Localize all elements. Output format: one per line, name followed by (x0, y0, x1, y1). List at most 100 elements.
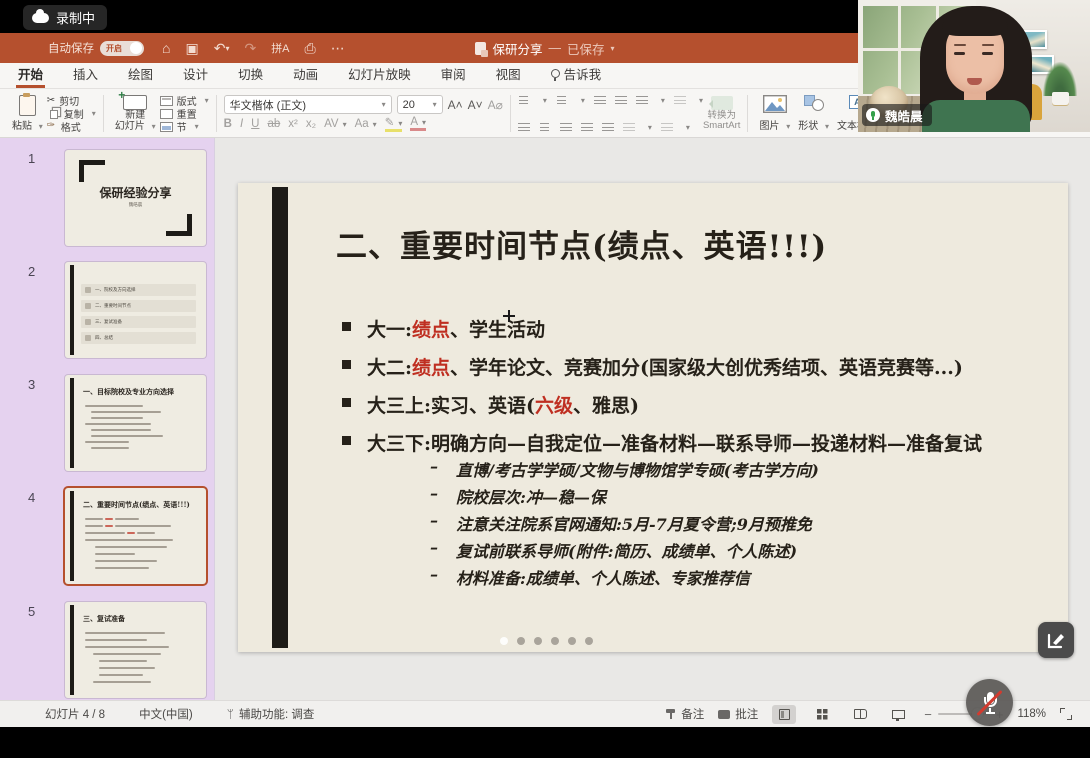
slide-thumbnail-1[interactable]: 保研经验分享 魏皓晨 (65, 150, 206, 246)
screen: 录制中 自动保存 开启 ⌂ ▣ ↶▾ ↷ 拼A ⎙ ⋯ 保研分享 — 已保存 ▾ (0, 0, 1090, 758)
font-size-combo[interactable]: 20▾ (397, 95, 443, 114)
slide-sub-bullet-list[interactable]: –直博/考古学学硕/文物与博物馆学专硕(考古学方向) –院校层次:冲—稳—保 –… (430, 457, 1070, 592)
columns-icon[interactable] (674, 95, 686, 105)
numbering-icon[interactable] (556, 95, 568, 105)
save-icon[interactable]: ▣ (185, 40, 198, 57)
new-slide-button[interactable]: 新建幻灯片 ▾ (111, 93, 160, 134)
indent-decrease-icon[interactable] (594, 95, 606, 105)
shrink-font-icon[interactable]: A˅ (468, 98, 483, 112)
fit-slide-icon[interactable] (1060, 708, 1072, 720)
tab-insert[interactable]: 插入 (71, 60, 100, 88)
bottom-letterbox (0, 727, 1090, 758)
section-button[interactable]: 节 ▾ (160, 120, 209, 133)
font-name-combo[interactable]: 华文楷体 (正文)▾ (224, 95, 392, 114)
tab-slideshow[interactable]: 幻灯片放映 (346, 60, 413, 88)
shapes-button[interactable]: 形状 ▾ (794, 93, 833, 134)
new-slide-icon (123, 95, 147, 110)
slide-counter[interactable]: 幻灯片 4 / 8 (45, 706, 105, 722)
slide-bullet-list[interactable]: 大一:绩点、学生活动 大二:绩点、学年论文、竞赛加分(国家级大创优秀结项、英语竞… (342, 315, 1042, 467)
reading-view-button[interactable] (848, 705, 872, 724)
strikethrough-button[interactable]: ab (267, 118, 280, 130)
underline-button[interactable]: U (251, 118, 259, 130)
bullets-icon[interactable] (518, 95, 530, 105)
char-spacing-button[interactable]: AV▾ (324, 118, 347, 130)
annotate-button[interactable] (1038, 622, 1074, 658)
pencil-icon (1046, 630, 1066, 650)
save-as-icon[interactable]: ⎙ (305, 40, 316, 57)
align-right-icon[interactable] (560, 122, 572, 132)
clear-format-icon[interactable]: A⌀ (488, 98, 503, 112)
tab-review[interactable]: 审阅 (439, 60, 468, 88)
slide-thumbnail-2[interactable]: 一、院校及方向选择 二、重要时间节点 三、复试准备 四、总结 (65, 262, 206, 358)
grow-font-icon[interactable]: A˄ (448, 98, 463, 112)
tab-tell-me[interactable]: 告诉我 (549, 60, 604, 88)
cloud-icon (32, 13, 49, 23)
clipboard-group: ✂ 剪切 复制 ▾ 格式 (47, 93, 96, 134)
notes-button[interactable]: 备注 (665, 706, 704, 722)
slide-title[interactable]: 二、重要时间节点(绩点、英语!!!) (336, 221, 827, 266)
phonetic-guide-icon[interactable]: 拼A (271, 40, 289, 56)
picture-button[interactable]: 图片 ▾ (755, 93, 794, 134)
tab-animations[interactable]: 动画 (291, 60, 320, 88)
undo-icon[interactable]: ↶▾ (214, 40, 230, 57)
tab-transitions[interactable]: 切换 (236, 60, 265, 88)
align-text-icon[interactable] (661, 122, 673, 132)
tab-design[interactable]: 设计 (181, 60, 210, 88)
redo-icon[interactable]: ↷ (244, 40, 256, 57)
text-direction-icon[interactable] (623, 122, 635, 132)
save-status[interactable]: 已保存 (567, 39, 605, 58)
line-spacing-icon[interactable] (636, 95, 648, 105)
home-icon[interactable]: ⌂ (162, 40, 170, 56)
format-painter-button[interactable]: 格式 (47, 120, 96, 133)
align-center-icon[interactable] (539, 122, 551, 132)
subscript-button[interactable]: x₂ (306, 118, 316, 130)
superscript-button[interactable]: x² (288, 118, 298, 130)
justify-icon[interactable] (581, 122, 593, 132)
more-commands-icon[interactable]: ⋯ (331, 40, 345, 57)
autosave-switch[interactable]: 开启 (100, 41, 144, 56)
participant-name-badge: 魏皓晨 (862, 104, 932, 126)
normal-view-button[interactable] (772, 705, 796, 724)
person-eyebrow (954, 44, 966, 46)
slide-page-dots (500, 637, 593, 645)
italic-button[interactable]: I (240, 118, 243, 130)
recording-indicator[interactable]: 录制中 (23, 5, 107, 30)
tab-view[interactable]: 视图 (494, 60, 523, 88)
convert-smartart-button[interactable]: 转换为SmartArt (703, 93, 740, 134)
paste-button[interactable]: 粘贴 ▾ (8, 93, 47, 134)
thumb-number-1: 1 (28, 151, 35, 166)
distribute-icon[interactable] (602, 122, 614, 132)
thumb-number-2: 2 (28, 264, 35, 279)
thumb4-title: 二、重要时间节点(绩点、英语!!!) (83, 500, 200, 510)
align-left-icon[interactable] (518, 122, 530, 132)
accessibility-check[interactable]: ᛘ 辅助功能: 调查 (227, 706, 315, 722)
slide-thumbnail-5[interactable]: 三、复试准备 (65, 602, 206, 698)
zoom-out-button[interactable]: − (924, 707, 932, 722)
slide-canvas[interactable]: 二、重要时间节点(绩点、英语!!!) 大一:绩点、学生活动 大二:绩点、学年论文… (215, 138, 1090, 700)
tab-home[interactable]: 开始 (16, 60, 45, 88)
sub-bullet-2: –院校层次:冲—稳—保 (430, 484, 1070, 511)
slides-group: 版式 ▾ 重置 节 ▾ (160, 93, 209, 134)
layout-icon (160, 96, 173, 106)
highlight-button[interactable]: ✎▾ (385, 115, 403, 132)
indent-increase-icon[interactable] (615, 95, 627, 105)
thumb-number-5: 5 (28, 604, 35, 619)
zoom-level[interactable]: 118% (1017, 708, 1046, 720)
microphone-mute-button[interactable] (966, 679, 1013, 726)
thumb-number-4: 4 (28, 490, 35, 505)
autosave-toggle[interactable]: 自动保存 开启 (48, 40, 144, 56)
slide-thumbnail-3[interactable]: 一、目标院校及专业方向选择 (65, 375, 206, 471)
webcam-video[interactable]: 魏皓晨 (858, 0, 1090, 132)
change-case-button[interactable]: Aa▾ (355, 118, 377, 130)
toggle-knob (130, 42, 142, 54)
bold-button[interactable]: B (224, 118, 232, 130)
tab-draw[interactable]: 绘图 (126, 60, 155, 88)
slide-thumbnail-4-selected[interactable]: 二、重要时间节点(绩点、英语!!!) (65, 488, 206, 584)
slide-sorter-button[interactable] (810, 705, 834, 724)
font-color-button[interactable]: A▾ (410, 116, 426, 131)
language-indicator[interactable]: 中文(中国) (139, 706, 193, 722)
slideshow-button[interactable] (886, 705, 910, 724)
monitor-icon (892, 710, 905, 719)
current-slide[interactable]: 二、重要时间节点(绩点、英语!!!) 大一:绩点、学生活动 大二:绩点、学年论文… (238, 183, 1068, 652)
comments-button[interactable]: 批注 (718, 706, 758, 722)
